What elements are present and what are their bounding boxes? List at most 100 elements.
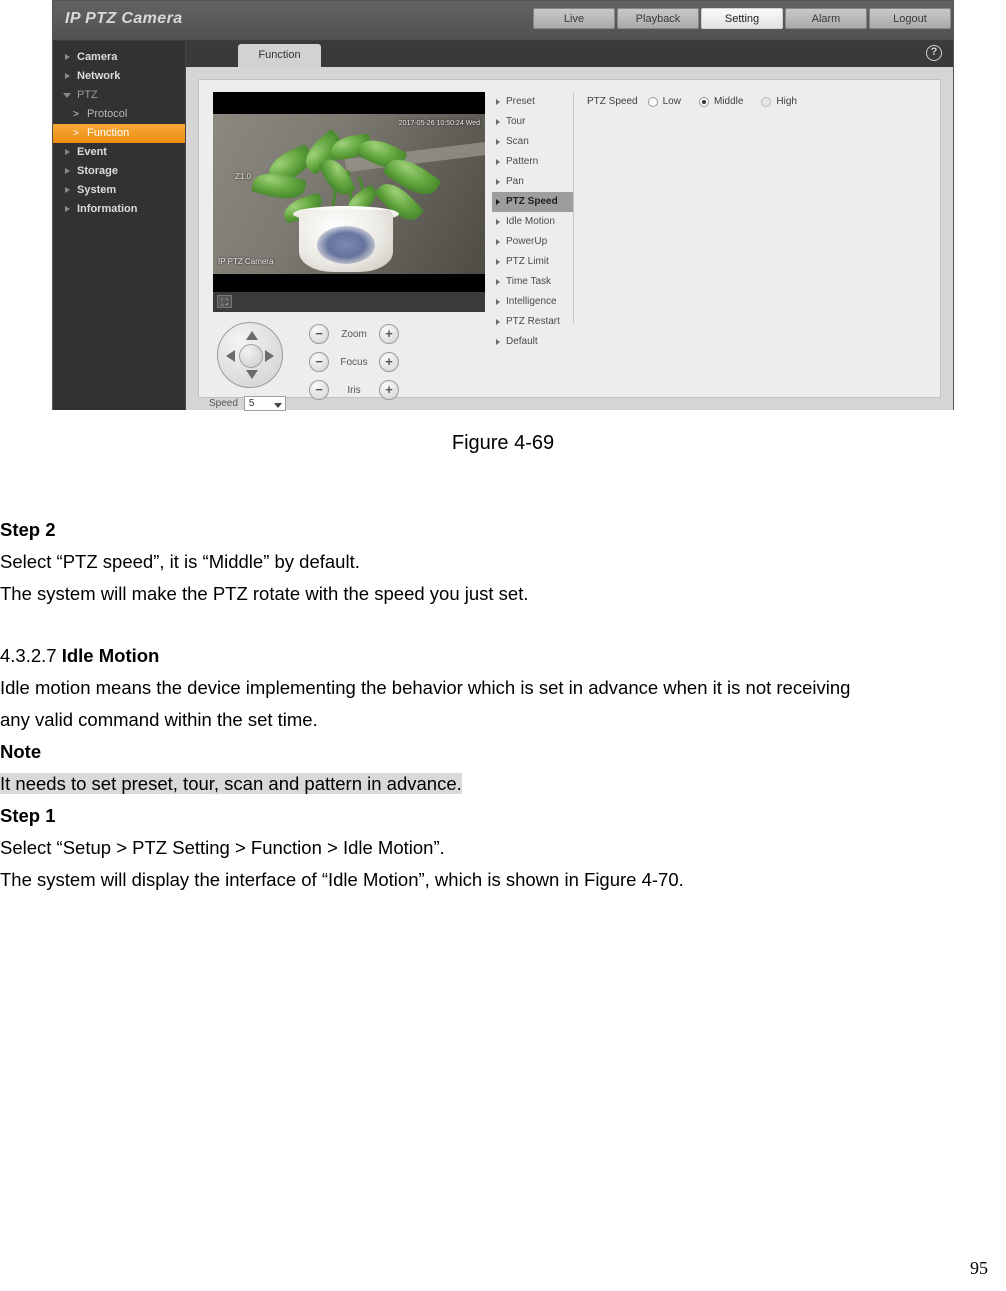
caret-right-icon [65,168,70,174]
sidebar-item-event[interactable]: Event [53,143,185,162]
sidebar-item-label: Camera [77,51,118,63]
zoom-focus-iris-controls: − Zoom + − Focus + − Iris + [309,320,399,404]
zoom-minus-button[interactable]: − [309,324,329,344]
note-text-line: It needs to set preset, tour, scan and p… [0,768,1006,800]
ptz-speed-label: PTZ Speed [587,96,638,107]
document-body: Step 2 Select “PTZ speed”, it is “Middle… [0,514,1006,896]
triangle-right-icon [496,299,500,305]
function-item-label: Default [506,336,538,347]
focus-minus-button[interactable]: − [309,352,329,372]
speed-dropdown[interactable]: 5 [243,396,286,411]
body-line2: any valid command within the set time. [0,709,318,730]
radio-option-middle[interactable]: Middle [698,96,744,107]
step1-line1: Select “Setup > PTZ Setting > Function >… [0,837,445,858]
app-header: IP PTZ Camera Live Playback Setting Alar… [53,1,953,41]
camera-web-ui-screenshot: IP PTZ Camera Live Playback Setting Alar… [52,0,954,411]
focus-label: Focus [340,356,368,368]
sidebar-item-label: Information [77,203,138,215]
caret-right-icon [65,73,70,79]
sidebar-item-information[interactable]: Information [53,200,185,219]
function-item-label: Scan [506,136,529,147]
radio-label: Middle [713,96,744,107]
chevron-right-icon: > [73,109,79,120]
function-item-ptz-speed[interactable]: PTZ Speed [492,192,573,212]
function-item-idle-motion[interactable]: Idle Motion [492,212,573,232]
triangle-right-icon [496,179,500,185]
figure-caption: Figure 4-69 [451,432,555,454]
sidebar-item-storage[interactable]: Storage [53,162,185,181]
radio-label: High [776,96,797,107]
function-item-preset[interactable]: Preset [492,92,573,112]
function-item-label: Time Task [506,276,552,287]
arrow-up-icon[interactable] [246,331,258,340]
function-item-scan[interactable]: Scan [492,132,573,152]
nav-button-logout[interactable]: Logout [869,8,951,29]
expand-icon[interactable]: ⛶ [217,295,232,308]
caret-right-icon [65,54,70,60]
iris-plus-button[interactable]: + [379,380,399,400]
speed-label: Speed [209,398,238,409]
nav-button-live[interactable]: Live [533,8,615,29]
function-item-tour[interactable]: Tour [492,112,573,132]
radio-option-low[interactable]: Low [647,96,681,107]
sidebar-item-network[interactable]: Network [53,67,185,86]
arrow-down-icon[interactable] [246,370,258,379]
triangle-right-icon [496,279,500,285]
function-item-label: PTZ Speed [506,196,558,207]
zoom-plus-button[interactable]: + [379,324,399,344]
function-item-label: Tour [506,116,526,127]
tab-function[interactable]: Function [238,44,321,67]
chevron-right-icon: > [73,128,79,139]
function-item-ptz-restart[interactable]: PTZ Restart [492,312,573,332]
function-item-ptz-limit[interactable]: PTZ Limit [492,252,573,272]
sidebar-item-ptz[interactable]: PTZ [53,86,185,105]
function-item-label: PTZ Limit [506,256,549,267]
nav-button-playback[interactable]: Playback [617,8,699,29]
triangle-right-icon [496,259,500,265]
document-page: IP PTZ Camera Live Playback Setting Alar… [0,0,1006,1291]
ptz-speed-settings: PTZ Speed Low Middle High [587,96,930,107]
arrow-left-icon[interactable] [226,350,235,362]
function-item-time-task[interactable]: Time Task [492,272,573,292]
function-item-label: Pattern [506,156,539,167]
flower-pot [299,210,393,272]
function-item-pan[interactable]: Pan [492,172,573,192]
iris-row: − Iris + [309,376,399,404]
sidebar-item-label: System [77,184,117,196]
sidebar: Camera Network PTZ > Protocol > Function [53,41,186,410]
focus-plus-button[interactable]: + [379,352,399,372]
function-item-intelligence[interactable]: Intelligence [492,292,573,312]
help-icon[interactable]: ? [926,45,942,61]
function-item-default[interactable]: Default [492,332,573,352]
nav-button-setting[interactable]: Setting [701,8,783,29]
sidebar-item-function[interactable]: > Function [53,124,185,143]
caret-right-icon [65,206,70,212]
sidebar-item-label: Network [77,70,121,82]
dpad-center-button[interactable] [239,344,263,368]
iris-label: Iris [347,384,361,396]
zoom-row: − Zoom + [309,320,399,348]
content-area: 2017-05-26 10:50:24 Wed Z1.0 IP PTZ Came… [186,67,953,411]
function-item-label: Intelligence [506,296,557,307]
body-line1: Idle motion means the device implementin… [0,677,851,698]
iris-minus-button[interactable]: − [309,380,329,400]
app-body: Camera Network PTZ > Protocol > Function [53,41,953,411]
radio-option-high[interactable]: High [761,96,797,107]
step2-heading: Step 2 [0,519,56,540]
sidebar-item-camera[interactable]: Camera [53,48,185,67]
sidebar-item-system[interactable]: System [53,181,185,200]
video-image: 2017-05-26 10:50:24 Wed Z1.0 IP PTZ Came… [213,114,485,274]
nav-button-alarm[interactable]: Alarm [785,8,867,29]
function-item-powerup[interactable]: PowerUp [492,232,573,252]
function-item-label: PTZ Restart [506,316,560,327]
top-navigation: Live Playback Setting Alarm Logout [533,8,951,29]
video-preview[interactable]: 2017-05-26 10:50:24 Wed Z1.0 IP PTZ Came… [213,92,485,312]
sidebar-item-label: Function [87,127,130,139]
triangle-right-icon [496,139,500,145]
arrow-right-icon[interactable] [265,350,274,362]
function-item-pattern[interactable]: Pattern [492,152,573,172]
radio-label: Low [662,96,681,107]
direction-pad[interactable] [217,322,283,388]
sidebar-item-protocol[interactable]: > Protocol [53,105,185,124]
triangle-right-icon [496,219,500,225]
